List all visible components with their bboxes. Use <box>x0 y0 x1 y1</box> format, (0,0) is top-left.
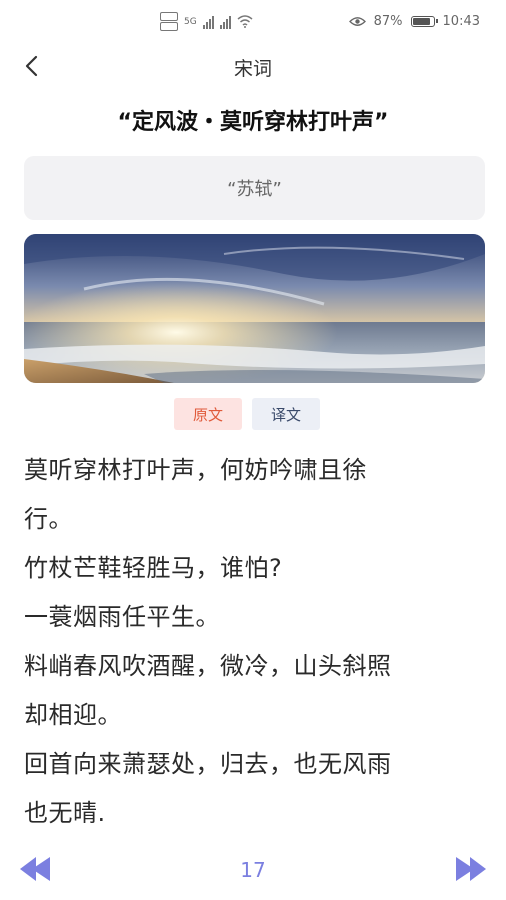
pager: 17 <box>0 846 506 892</box>
wifi-icon <box>237 15 253 28</box>
status-bar: 5G 87% 10:43 <box>0 0 506 44</box>
sunset-beach-photo <box>24 234 485 383</box>
poem-line: 行。 <box>24 505 73 533</box>
author-box: “苏轼” <box>24 156 485 220</box>
battery-level <box>412 18 430 25</box>
page-number: 17 <box>240 858 266 882</box>
battery-percent: 87% <box>373 14 403 29</box>
status-right: 87% 10:43 <box>348 14 480 29</box>
poem-line: 莫听穿林打叶声，何妨吟啸且徐 <box>24 456 367 484</box>
tab-translation[interactable]: 译文 <box>252 398 321 430</box>
sim-card-icon <box>160 12 178 31</box>
poem-line: 却相迎。 <box>24 701 122 729</box>
poem-line: 竹杖芒鞋轻胜马，谁怕? <box>24 554 283 582</box>
clock: 10:43 <box>442 14 480 29</box>
arrow-right-icon[interactable] <box>454 854 488 884</box>
poem-line: 一蓑烟雨任平生。 <box>24 603 220 631</box>
network-type: 5G <box>184 16 197 27</box>
signal-bars-icon <box>219 15 231 29</box>
poem-line: 料峭春风吹酒醒，微冷，山头斜照 <box>24 652 392 680</box>
status-center: 5G <box>160 12 253 31</box>
eye-icon <box>348 17 366 26</box>
signal-bars-icon <box>202 15 214 29</box>
page-title: 宋词 <box>233 58 272 80</box>
battery-icon <box>410 16 438 27</box>
author-name: “苏轼” <box>227 179 282 200</box>
poem-line: 回首向来萧瑟处，归去，也无风雨 <box>24 750 392 778</box>
app-header: 宋词 <box>0 44 506 90</box>
tab-original[interactable]: 原文 <box>174 398 243 430</box>
poem-line: 也无晴. <box>24 799 106 827</box>
poem-body: 莫听穿林打叶声，何妨吟啸且徐 行。 竹杖芒鞋轻胜马，谁怕? 一蓑烟雨任平生。 料… <box>24 446 486 838</box>
poem-title: “定风波・莫听穿林打叶声” <box>117 110 389 135</box>
view-tabs: 原文 译文 <box>174 398 321 430</box>
